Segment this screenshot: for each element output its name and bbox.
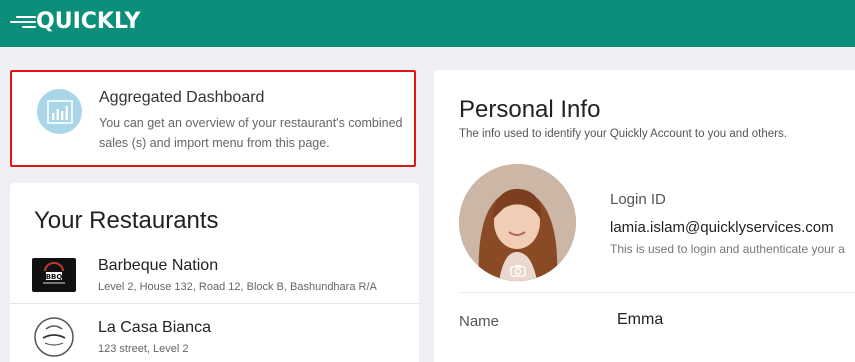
restaurant-name: La Casa Bianca xyxy=(98,319,211,336)
restaurant-address: 123 street, Level 2 xyxy=(98,343,189,355)
restaurant-address: Level 2, House 132, Road 12, Block B, Ba… xyxy=(98,281,377,293)
login-id-value: lamia.islam@quicklyservices.com xyxy=(610,219,834,236)
restaurant-item[interactable]: BBQ Barbeque Nation Level 2, House 132, … xyxy=(10,249,419,309)
divider xyxy=(10,303,419,304)
bbq-logo: BBQ xyxy=(32,257,76,293)
bar-chart-icon xyxy=(37,89,82,134)
svg-text:BBQ: BBQ xyxy=(46,273,63,281)
speed-lines-icon xyxy=(8,11,36,33)
your-restaurants-card: Your Restaurants BBQ Barbeque Nation Lev… xyxy=(10,183,419,362)
aggregated-dashboard-card[interactable]: Aggregated Dashboard You can get an over… xyxy=(10,70,416,167)
aggregated-dashboard-description: You can get an overview of your restaura… xyxy=(99,116,403,150)
login-id-label: Login ID xyxy=(610,191,666,208)
restaurant-item[interactable]: La Casa Bianca 123 street, Level 2 xyxy=(10,311,419,362)
restaurants-heading: Your Restaurants xyxy=(34,207,219,234)
logo-text: QUICKLY xyxy=(36,9,141,34)
divider xyxy=(459,292,855,293)
personal-info-heading: Personal Info xyxy=(459,96,601,123)
login-id-help: This is used to login and authenticate y… xyxy=(610,242,845,256)
name-label: Name xyxy=(459,313,500,330)
aggregated-dashboard-title: Aggregated Dashboard xyxy=(99,89,265,106)
personal-info-subtitle: The info used to identify your Quickly A… xyxy=(459,128,787,140)
quickly-logo[interactable]: QUICKLY xyxy=(8,9,140,35)
name-value[interactable]: Emma xyxy=(617,311,663,329)
personal-info-card: Personal Info The info used to identify … xyxy=(434,70,855,362)
camera-icon[interactable] xyxy=(510,264,526,282)
la-casa-bianca-logo xyxy=(32,317,76,357)
restaurant-name: Barbeque Nation xyxy=(98,257,219,274)
top-bar: QUICKLY xyxy=(0,0,855,47)
